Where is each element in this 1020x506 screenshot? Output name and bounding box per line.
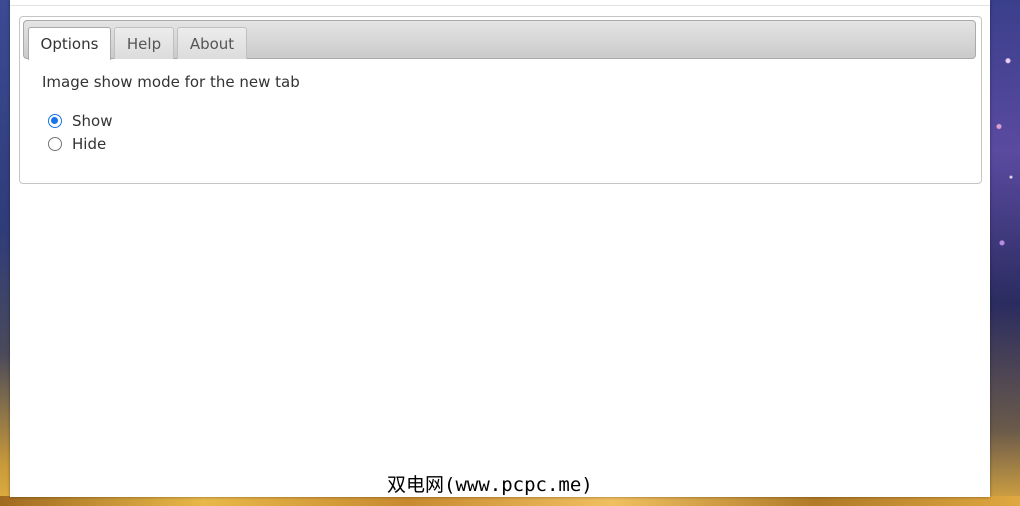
image-show-mode-label: Image show mode for the new tab	[42, 73, 300, 91]
wallpaper-right	[990, 0, 1020, 506]
hide-radio[interactable]	[48, 137, 62, 151]
watermark-text: 双电网(www.pcpc.me)	[387, 474, 593, 496]
options-window: Options Help About Image show mode for t…	[10, 0, 990, 497]
tab-options[interactable]: Options	[28, 27, 111, 60]
wallpaper-left	[0, 0, 10, 506]
tab-about[interactable]: About	[177, 27, 247, 59]
show-option[interactable]: Show	[48, 111, 112, 131]
tabs-panel: Options Help About Image show mode for t…	[19, 16, 982, 184]
tab-bar: Options Help About	[23, 20, 976, 60]
show-radio-label[interactable]: Show	[72, 112, 112, 130]
hide-radio-label[interactable]: Hide	[72, 135, 106, 153]
show-radio[interactable]	[48, 114, 62, 128]
hide-option[interactable]: Hide	[48, 134, 106, 154]
wallpaper-bottom	[0, 496, 1020, 506]
tab-help[interactable]: Help	[114, 27, 174, 59]
top-divider	[10, 5, 990, 6]
